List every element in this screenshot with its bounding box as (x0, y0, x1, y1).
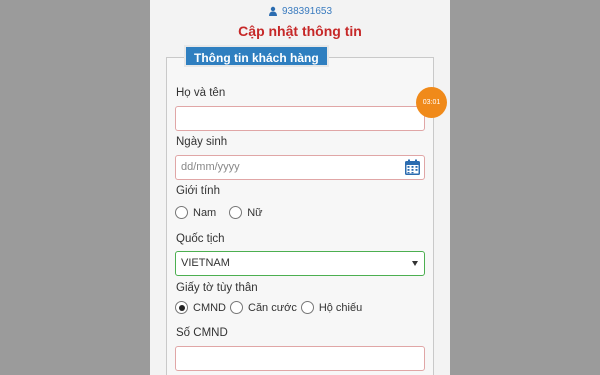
nationality-value: VIETNAM (181, 257, 230, 269)
phone-number: 938391653 (281, 5, 333, 17)
nationality-select[interactable]: VIETNAM (175, 251, 425, 276)
right-backdrop (450, 0, 600, 375)
card-legend: Thông tin khách hàng (184, 45, 329, 67)
gender-option-female[interactable]: Nữ (229, 206, 263, 219)
id-type-cmnd-label: CMND (193, 301, 226, 314)
dob-input[interactable]: dd/mm/yyyy (175, 155, 425, 180)
user-icon (268, 6, 277, 16)
gender-option-male[interactable]: Nam (175, 206, 216, 219)
id-number-input[interactable] (175, 346, 425, 371)
gender-female-label: Nữ (247, 206, 263, 219)
page-title: Cập nhật thông tin (238, 23, 362, 39)
id-number-label: Số CMND (176, 327, 228, 339)
dob-placeholder: dd/mm/yyyy (181, 161, 240, 173)
id-type-option-cancuoc[interactable]: Căn cước (230, 301, 297, 314)
calendar-icon[interactable] (404, 159, 421, 176)
id-type-hochieu-label: Hộ chiếu (318, 301, 363, 314)
left-backdrop (0, 0, 150, 375)
radio-male[interactable] (175, 206, 188, 219)
radio-cmnd[interactable] (175, 301, 188, 314)
full-name-label: Họ và tên (176, 87, 226, 99)
id-type-cancuoc-label: Căn cước (248, 301, 297, 314)
nationality-label: Quốc tịch (176, 233, 225, 245)
gender-male-label: Nam (193, 206, 217, 219)
radio-hochieu[interactable] (300, 301, 314, 314)
id-type-option-hochieu[interactable]: Hộ chiếu (300, 301, 363, 314)
full-name-input[interactable] (175, 106, 425, 131)
phone-screen: 938391653 Cập nhật thông tin Thông tin k… (150, 0, 450, 375)
timer-badge: 03:01 (416, 87, 447, 118)
radio-female[interactable] (229, 206, 243, 219)
gender-label: Giới tính (176, 185, 220, 197)
gender-options: Nam Nữ (175, 206, 276, 219)
header: 938391653 Cập nhật thông tin (150, 0, 450, 42)
radio-cancuoc[interactable] (230, 301, 243, 314)
phone-number-line: 938391653 (268, 6, 332, 17)
chevron-down-icon (412, 261, 418, 266)
id-type-option-cmnd[interactable]: CMND (175, 301, 226, 314)
dob-label: Ngày sinh (176, 136, 228, 148)
id-type-options: CMND Căn cước Hộ chiếu (175, 301, 366, 314)
id-type-label: Giấy tờ tùy thân (176, 282, 258, 294)
